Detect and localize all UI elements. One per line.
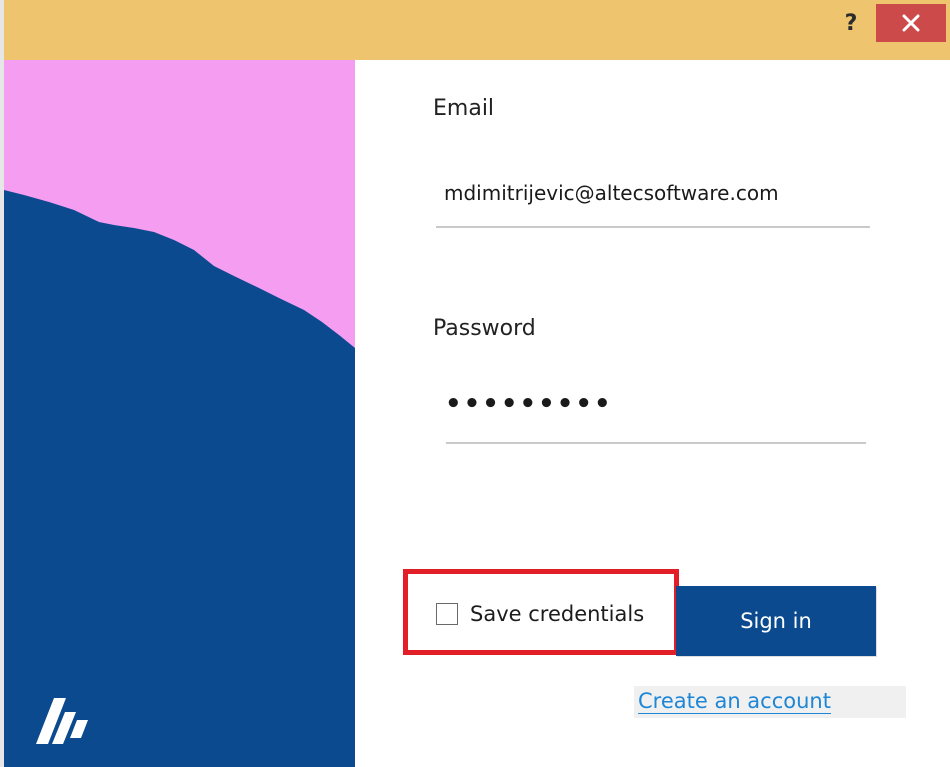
password-input[interactable] — [445, 386, 855, 422]
title-bar — [4, 0, 950, 60]
email-input[interactable] — [444, 176, 864, 210]
help-button[interactable]: ? — [832, 4, 870, 42]
close-icon — [902, 14, 920, 32]
password-label: Password — [433, 316, 536, 341]
create-account-link-text: Create an account — [638, 689, 831, 714]
sign-in-button[interactable]: Sign in — [676, 586, 876, 656]
side-banner-image — [4, 60, 355, 767]
altec-logo-icon — [32, 684, 102, 748]
password-input-underline — [446, 442, 866, 444]
save-credentials-label: Save credentials — [470, 602, 645, 626]
save-credentials-checkbox[interactable] — [436, 603, 458, 625]
save-credentials-checkbox-row[interactable]: Save credentials — [433, 596, 659, 632]
email-label: Email — [433, 96, 495, 121]
landscape-illustration — [4, 60, 355, 767]
email-input-underline — [436, 226, 870, 228]
help-icon: ? — [844, 10, 858, 36]
close-button[interactable] — [876, 4, 946, 42]
create-account-link[interactable]: Create an account — [634, 686, 906, 718]
